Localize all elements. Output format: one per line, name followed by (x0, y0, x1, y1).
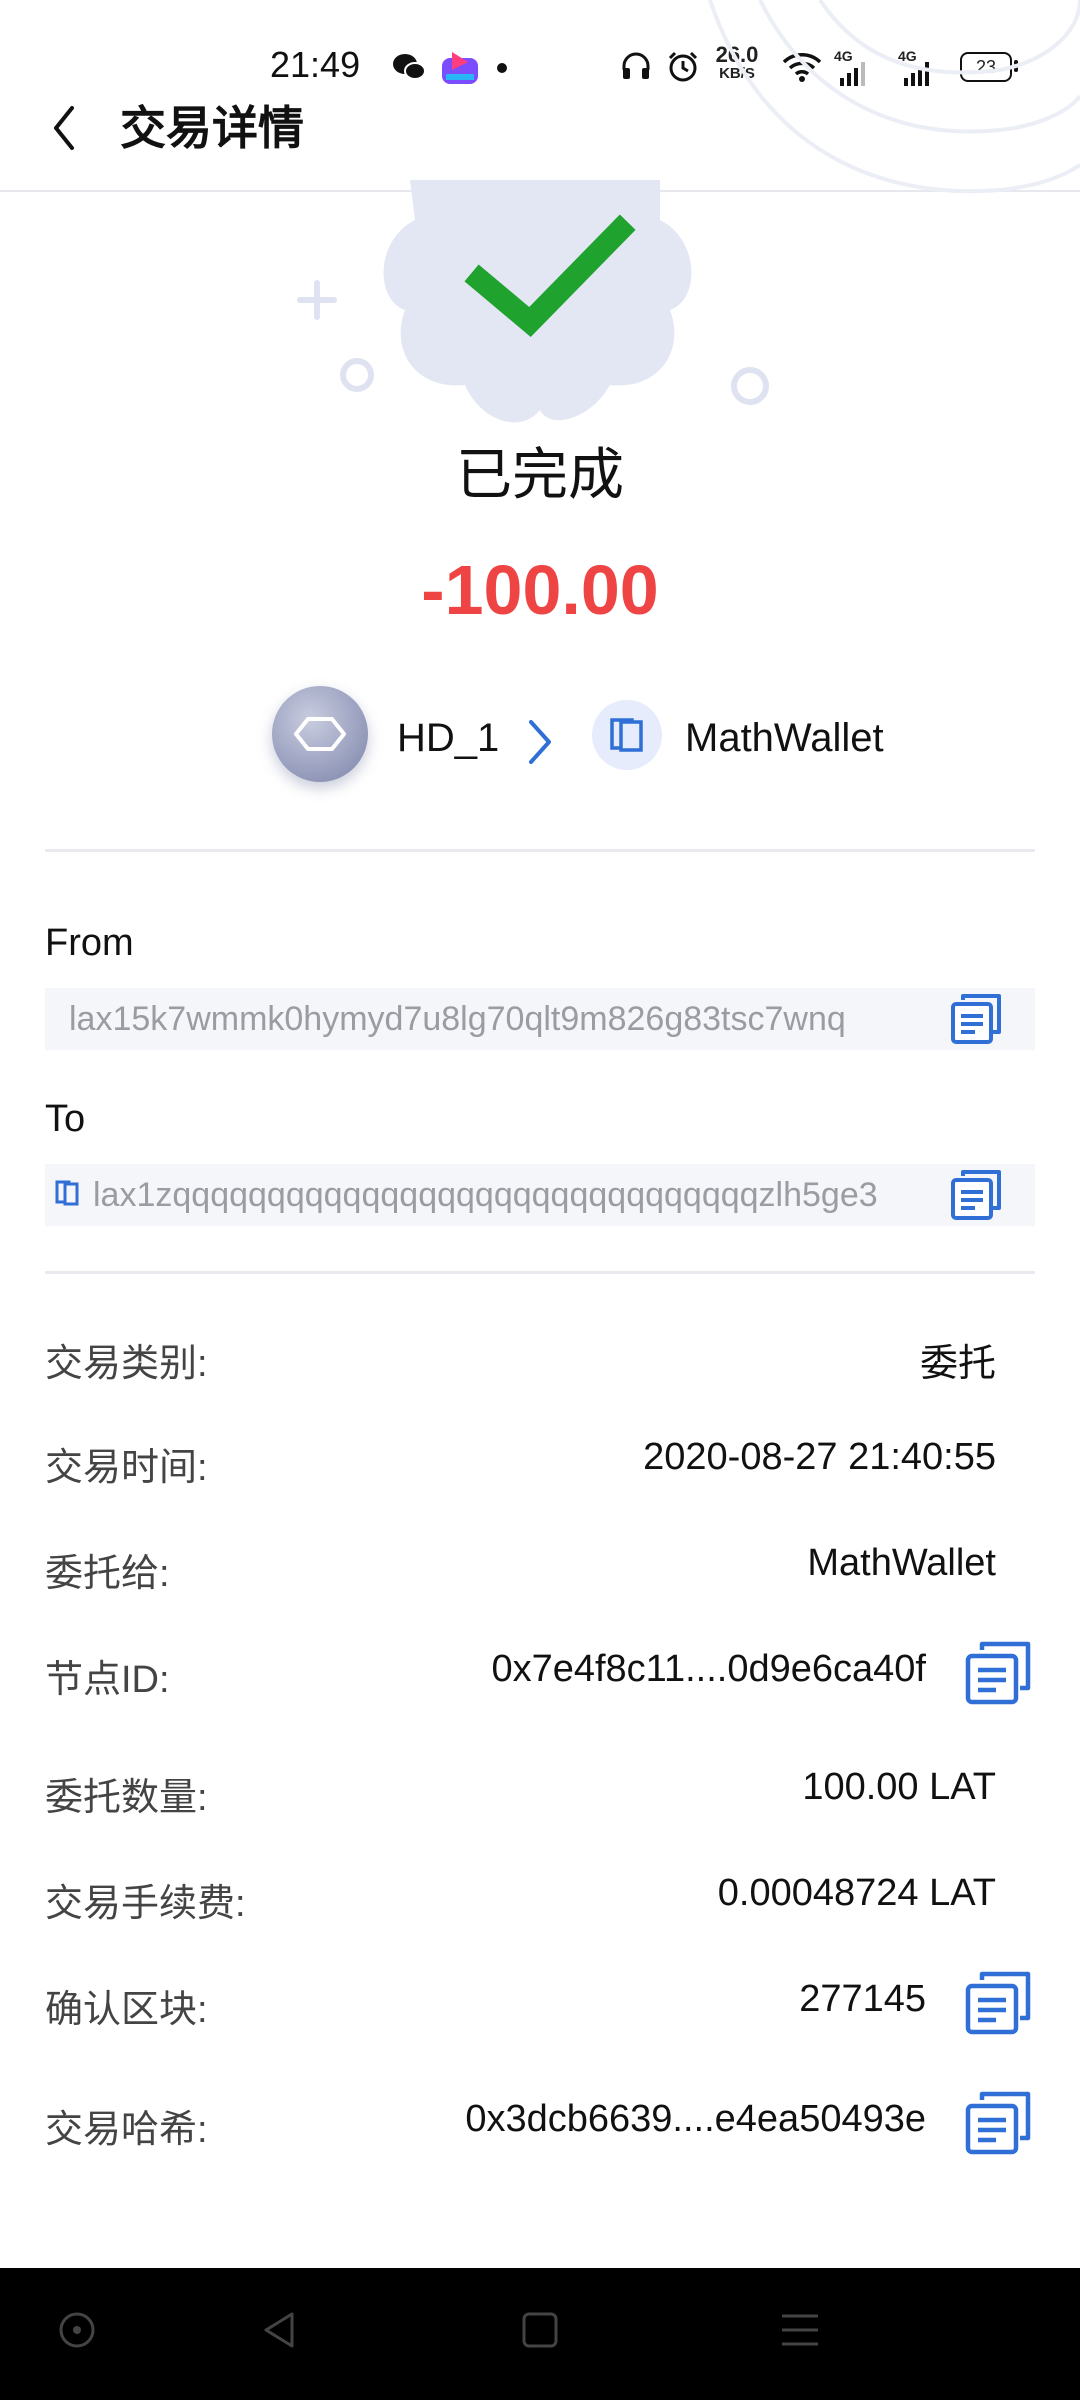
transaction-status: 已完成 (456, 443, 624, 506)
detail-value-delegate-amount: 100.00 LAT (802, 1766, 996, 1808)
to-label: To (45, 1098, 86, 1140)
detail-label-delegate-to: 委托给: (45, 1553, 170, 1595)
detail-label-time: 交易时间: (45, 1447, 208, 1489)
page-title: 交易详情 (120, 102, 304, 154)
back-button[interactable] (50, 100, 110, 170)
to-wallet-name: MathWallet (685, 716, 884, 760)
nav-menu-icon[interactable] (778, 2308, 822, 2352)
from-label: From (45, 922, 134, 964)
headphones-icon (622, 52, 650, 79)
detail-label-hash: 交易哈希: (45, 2109, 208, 2151)
alarm-icon (668, 51, 698, 82)
to-address-box: lax1zqqqqqqqqqqqqqqqqqqqqqqqqqqqqqqqzlh5… (45, 1164, 1035, 1226)
transaction-amount: -100.00 (421, 551, 659, 629)
detail-label-block: 确认区块: (45, 1989, 208, 2031)
nav-home-icon[interactable] (518, 2308, 562, 2352)
hexagon-icon (294, 717, 346, 751)
detail-value-delegate-to: MathWallet (807, 1542, 996, 1584)
from-address: lax15k7wmmk0hymyd7u8lg70qlt9m826g83tsc7w… (69, 1000, 846, 1038)
navigation-bar (0, 2268, 1080, 2400)
dot-icon (497, 63, 507, 73)
success-badge-icon (297, 180, 769, 423)
copy-from-address-button[interactable] (945, 988, 1007, 1050)
detail-label-delegate-amount: 委托数量: (45, 1777, 208, 1819)
chevron-right-icon (529, 720, 551, 764)
detail-label-node-id: 节点ID: (45, 1659, 170, 1701)
divider (45, 849, 1035, 852)
from-avatar (272, 686, 368, 782)
copy-node-id-button[interactable] (962, 1638, 1034, 1708)
detail-label-fee: 交易手续费: (45, 1883, 246, 1925)
copy-block-button[interactable] (962, 1968, 1034, 2038)
detail-value-time: 2020-08-27 21:40:55 (643, 1436, 996, 1478)
from-address-box: lax15k7wmmk0hymyd7u8lg70qlt9m826g83tsc7w… (45, 988, 1035, 1050)
status-time: 21:49 (270, 44, 361, 85)
from-wallet-name: HD_1 (397, 716, 500, 760)
divider (45, 1271, 1035, 1274)
detail-value-type: 委托 (919, 1343, 996, 1385)
to-address: lax1zqqqqqqqqqqqqqqqqqqqqqqqqqqqqqqqzlh5… (93, 1176, 878, 1214)
wechat-icon (393, 54, 426, 80)
nav-circle-icon[interactable] (55, 2308, 99, 2352)
app-icon (442, 52, 478, 84)
mathwallet-logo-icon (55, 1180, 79, 1206)
to-avatar (592, 700, 662, 770)
nav-back-icon[interactable] (258, 2308, 302, 2352)
detail-value-node-id: 0x7e4f8c11....0d9e6ca40f (491, 1648, 926, 1690)
copy-to-address-button[interactable] (945, 1164, 1007, 1226)
header: 交易详情 (0, 0, 1080, 194)
detail-label-type: 交易类别: (45, 1343, 208, 1385)
mathwallet-logo-icon (610, 718, 643, 752)
detail-value-hash: 0x3dcb6639....e4ea50493e (465, 2098, 926, 2140)
detail-value-fee: 0.00048724 LAT (717, 1872, 996, 1914)
detail-value-block: 277145 (799, 1978, 926, 2020)
copy-hash-button[interactable] (962, 2088, 1034, 2158)
